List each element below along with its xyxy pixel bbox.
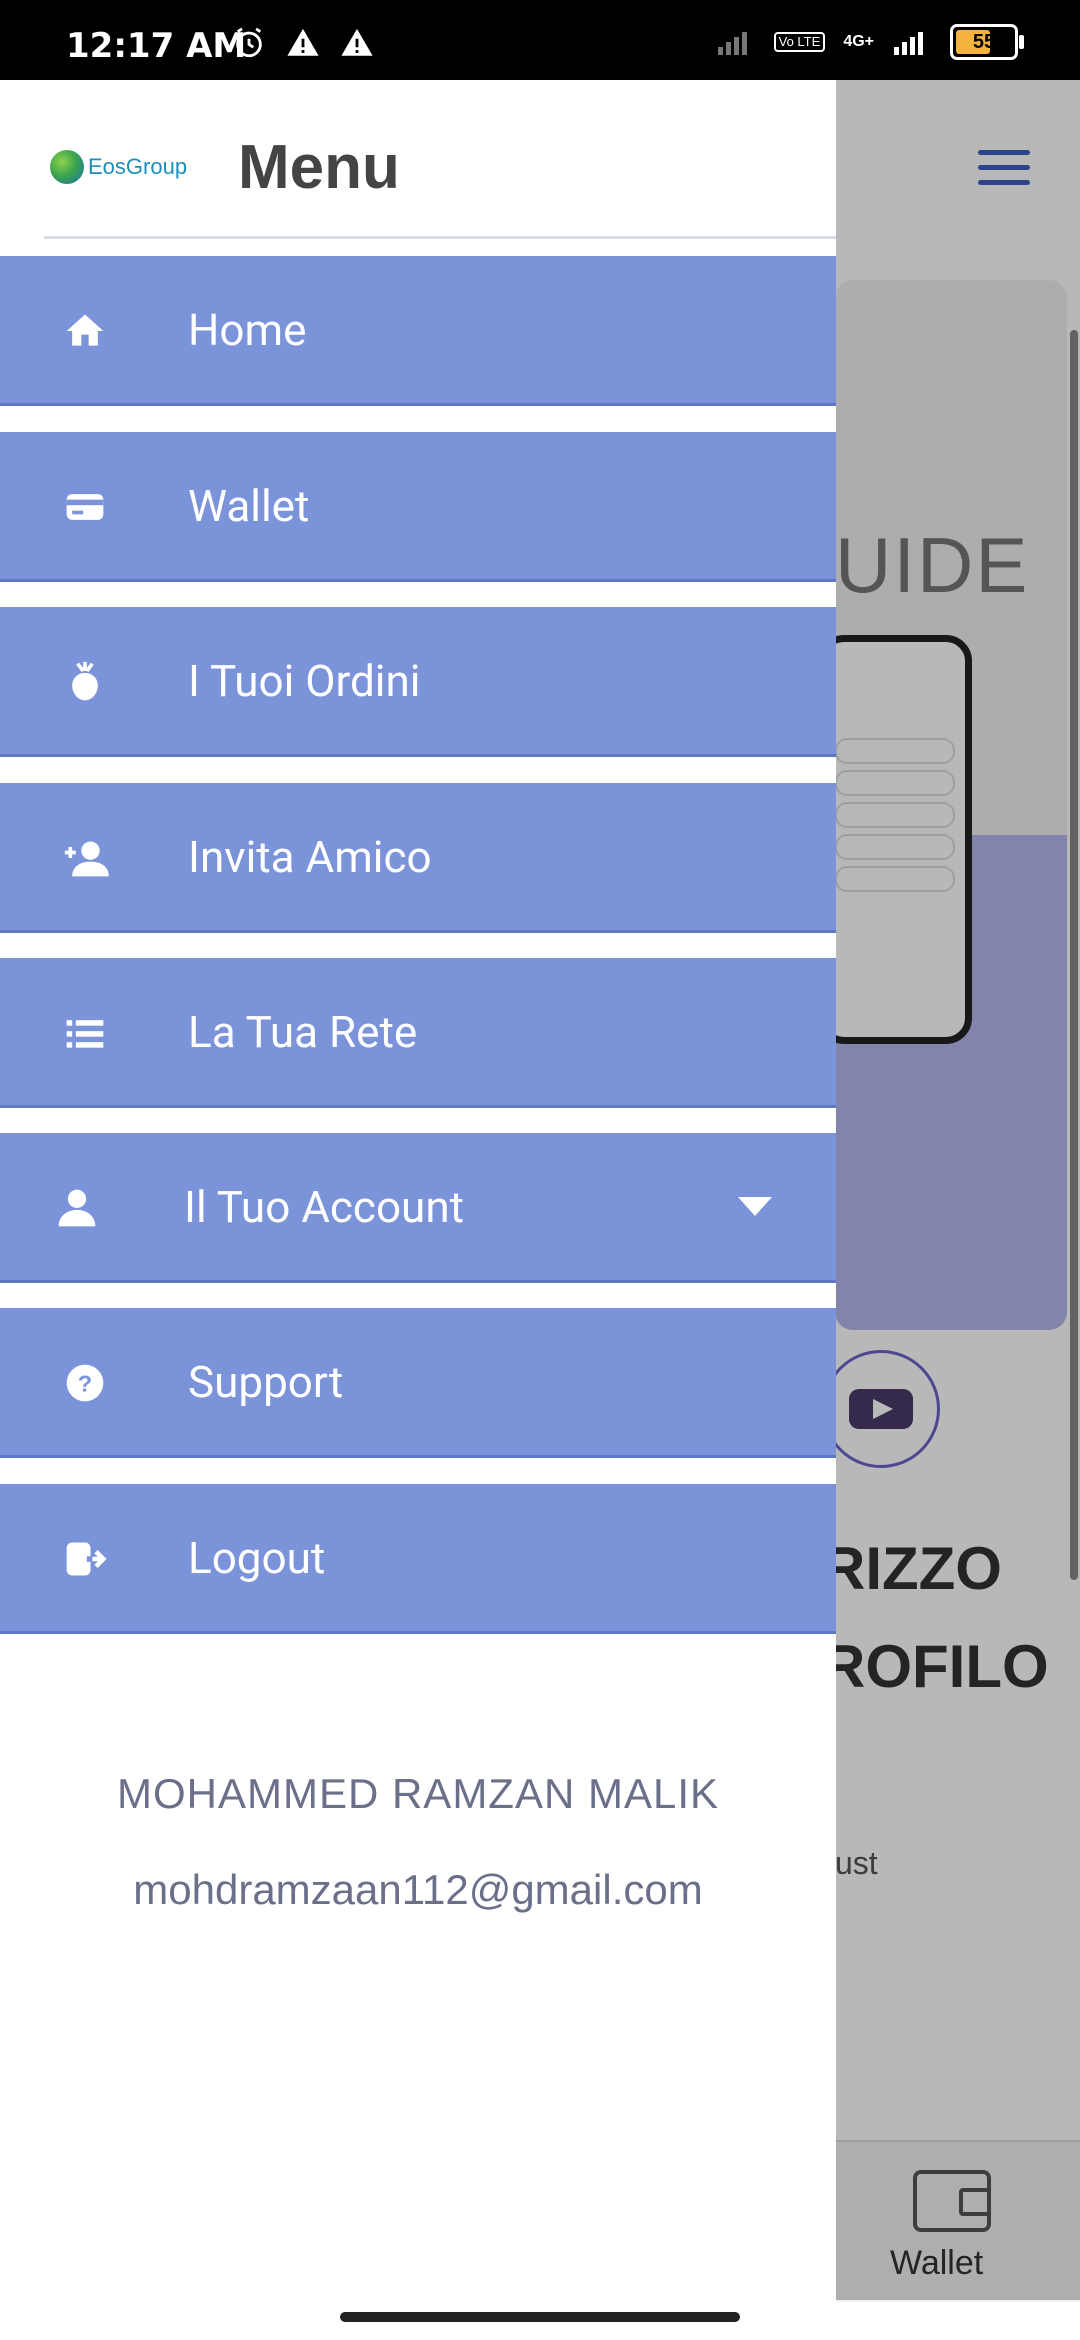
menu-item-label: Wallet [188,480,310,532]
status-bar: 12:17 AM Vo LTE 4G+ 55 [0,0,1080,80]
warning-icon [341,28,373,56]
menu-item-wallet[interactable]: Wallet [0,432,836,582]
menu-item-label: Logout [188,1532,326,1584]
drawer-header: EosGroup Menu [0,80,836,240]
status-icons-right: Vo LTE 4G+ 55 [716,24,1024,60]
menu-item-logout[interactable]: Logout [0,1484,836,1634]
battery-level: 55 [972,30,996,53]
menu-item-label: Home [188,304,307,356]
menu-item-support[interactable]: ? Support [0,1308,836,1458]
menu-item-label: I Tuoi Ordini [188,655,421,707]
menu-item-label: Il Tuo Account [184,1181,465,1233]
card-icon [58,480,112,534]
battery-icon: 55 [950,24,1024,60]
menu-item-label: La Tua Rete [188,1006,418,1058]
volte-icon: Vo LTE [773,32,826,52]
menu-item-home[interactable]: Home [0,256,836,406]
logout-icon [58,1532,112,1586]
menu-item-invite-friend[interactable]: Invita Amico [0,783,836,933]
divider [44,236,836,239]
navigation-drawer: EosGroup Menu Home Wallet I Tuoi Ordini … [0,80,836,2300]
status-time: 12:17 AM [66,26,247,66]
person-icon [50,1181,104,1235]
user-email: mohdramzaan112@gmail.com [133,1866,703,1913]
globe-icon [50,150,84,184]
menu-item-network[interactable]: La Tua Rete [0,958,836,1108]
network-type: 4G+ [843,33,874,50]
rose-icon [58,655,112,709]
eosgroup-logo: EosGroup [50,150,187,184]
help-icon: ? [58,1356,112,1410]
brand-name: EosGroup [88,154,188,179]
caret-down-icon[interactable] [738,1197,772,1216]
home-indicator[interactable] [340,2312,740,2322]
alarm-icon [236,27,262,58]
menu-item-account[interactable]: Il Tuo Account [0,1133,836,1283]
menu-item-label: Support [188,1356,344,1408]
user-name: MOHAMMED RAMZAN MALIK [116,1770,720,1817]
signal-icon [894,32,923,55]
signal-muted-icon [717,32,747,55]
warning-icon [287,28,319,56]
add-person-icon [58,831,112,885]
home-icon [58,304,112,358]
menu-item-orders[interactable]: I Tuoi Ordini [0,607,836,757]
svg-text:?: ? [78,1370,92,1396]
drawer-title: Menu [238,133,400,202]
list-icon [58,1006,112,1060]
menu-item-label: Invita Amico [188,831,432,883]
status-icons-left [232,26,374,60]
